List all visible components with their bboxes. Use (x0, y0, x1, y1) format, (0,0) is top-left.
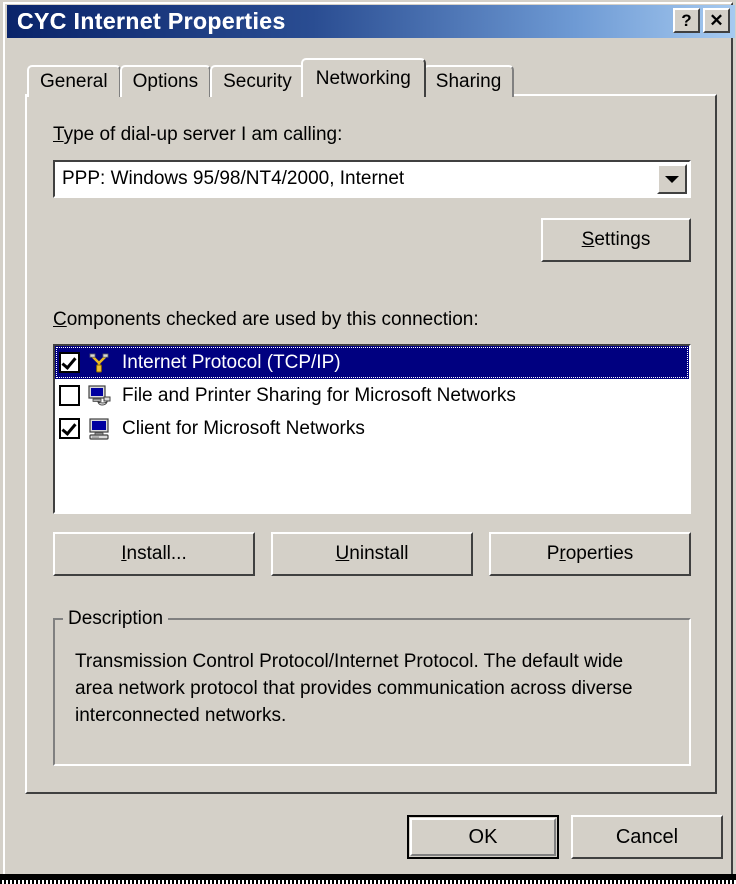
description-text: Transmission Control Protocol/Internet P… (75, 651, 633, 726)
properties-dialog: CYC Internet Properties ? ✕ General Opti… (0, 0, 736, 880)
ok-button-label: OK (468, 825, 498, 848)
chevron-down-icon[interactable] (657, 164, 687, 194)
tab-networking[interactable]: Networking (300, 58, 426, 97)
description-groupbox-title: Description (63, 608, 169, 630)
component-checkbox[interactable] (59, 385, 80, 406)
network-protocol-icon (86, 350, 114, 376)
install-button-label: Install... (121, 543, 187, 564)
title-bar-buttons: ? ✕ (673, 8, 730, 33)
list-item[interactable]: File and Printer Sharing for Microsoft N… (55, 379, 689, 412)
settings-button[interactable]: Settings (541, 218, 691, 262)
arrow-down-glyph (665, 175, 679, 183)
properties-button-label: Properties (546, 543, 634, 564)
window-title: CYC Internet Properties (17, 8, 286, 34)
ok-button[interactable]: OK (407, 815, 559, 859)
tab-general[interactable]: General (27, 65, 121, 97)
computer-icon (86, 416, 114, 442)
components-listbox[interactable]: Internet Protocol (TCP/IP) File and Prin… (53, 344, 691, 514)
install-button[interactable]: Install... (53, 532, 255, 576)
component-checkbox[interactable] (59, 418, 80, 439)
uninstall-button[interactable]: Uninstall (271, 532, 473, 576)
list-item[interactable]: Internet Protocol (TCP/IP) (55, 346, 689, 379)
components-label: Components checked are used by this conn… (53, 309, 479, 330)
file-print-sharing-icon (86, 383, 114, 409)
help-icon[interactable]: ? (673, 8, 700, 33)
list-item-label: File and Printer Sharing for Microsoft N… (122, 384, 516, 406)
component-checkbox[interactable] (59, 352, 80, 373)
server-type-value: PPP: Windows 95/98/NT4/2000, Internet (62, 168, 405, 189)
properties-button[interactable]: Properties (489, 532, 691, 576)
close-icon[interactable]: ✕ (703, 8, 730, 33)
tab-options[interactable]: Options (119, 65, 212, 97)
tab-security[interactable]: Security (210, 65, 305, 97)
uninstall-button-label: Uninstall (335, 543, 409, 564)
cancel-button[interactable]: Cancel (571, 815, 723, 859)
settings-button-label: Settings (581, 229, 651, 250)
list-item-label: Client for Microsoft Networks (122, 417, 365, 439)
tab-sharing[interactable]: Sharing (422, 65, 515, 97)
server-type-label: Type of dial-up server I am calling: (53, 124, 343, 145)
networking-tab-panel: Type of dial-up server I am calling: PPP… (25, 94, 717, 794)
cancel-button-label: Cancel (615, 825, 679, 848)
list-item-label: Internet Protocol (TCP/IP) (122, 351, 341, 373)
server-type-combobox[interactable]: PPP: Windows 95/98/NT4/2000, Internet (53, 160, 691, 198)
screen-bottom-strip (0, 880, 736, 884)
tab-strip: General Options Security Networking Shar… (27, 57, 515, 97)
title-bar[interactable]: CYC Internet Properties ? ✕ (7, 5, 735, 38)
list-item[interactable]: Client for Microsoft Networks (55, 412, 689, 445)
